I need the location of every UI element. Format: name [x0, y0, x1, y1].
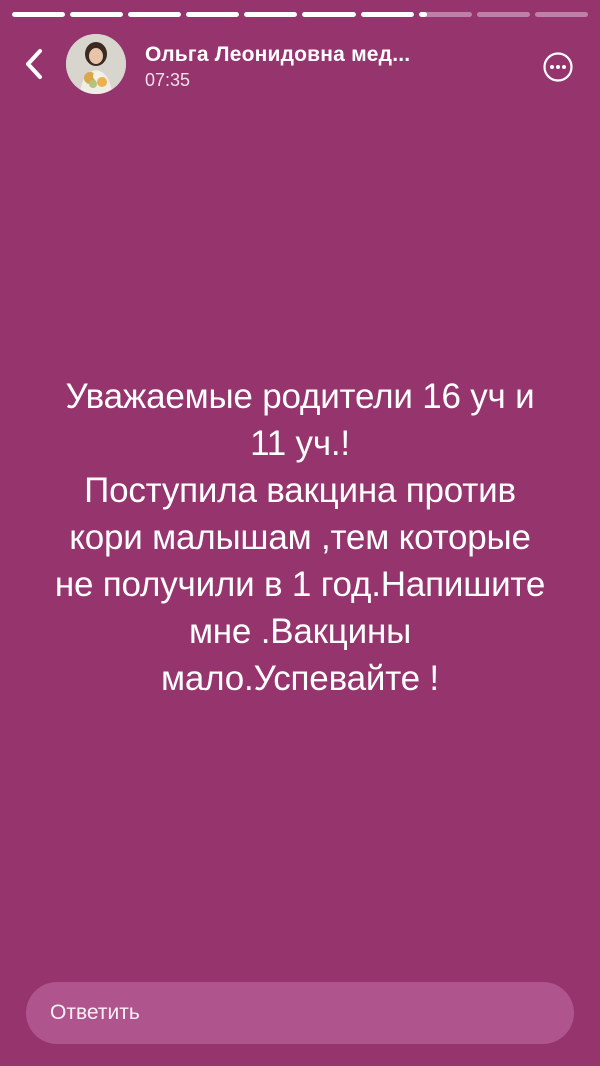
avatar[interactable]: [66, 34, 126, 94]
progress-segment: [244, 12, 298, 17]
progress-segment-fill: [12, 12, 66, 17]
progress-segment: [418, 12, 472, 17]
progress-segment-fill: [128, 12, 182, 17]
story-text: Уважаемые родители 16 уч и 11 уч.! Посту…: [54, 377, 546, 698]
progress-segment: [476, 12, 530, 17]
progress-segment: [186, 12, 240, 17]
back-button[interactable]: [14, 46, 54, 82]
story-progress-bar: [12, 12, 588, 17]
progress-segment-fill: [302, 12, 356, 17]
chevron-left-icon: [26, 49, 42, 79]
progress-segment-fill: [418, 12, 427, 17]
progress-segment-fill: [70, 12, 124, 17]
reply-placeholder: Ответить: [50, 1001, 140, 1024]
progress-segment: [360, 12, 414, 17]
progress-segment-fill: [360, 12, 414, 17]
story-header: Ольга Леонидовна мед... 07:35: [0, 32, 600, 96]
progress-segment: [12, 12, 66, 17]
post-time: 07:35: [145, 70, 191, 90]
author-name: Ольга Леонидовна мед...: [145, 43, 411, 66]
progress-segment: [302, 12, 356, 17]
progress-segment: [128, 12, 182, 17]
progress-segment-fill: [186, 12, 240, 17]
progress-segment-fill: [244, 12, 298, 17]
progress-segment: [70, 12, 124, 17]
progress-segment: [534, 12, 588, 17]
avatar-photo: [66, 34, 126, 94]
ellipsis-circle-icon: [543, 52, 573, 82]
reply-input[interactable]: Ответить: [26, 982, 574, 1044]
author-info[interactable]: Ольга Леонидовна мед... 07:35: [145, 42, 475, 91]
more-options-button[interactable]: [542, 51, 574, 83]
